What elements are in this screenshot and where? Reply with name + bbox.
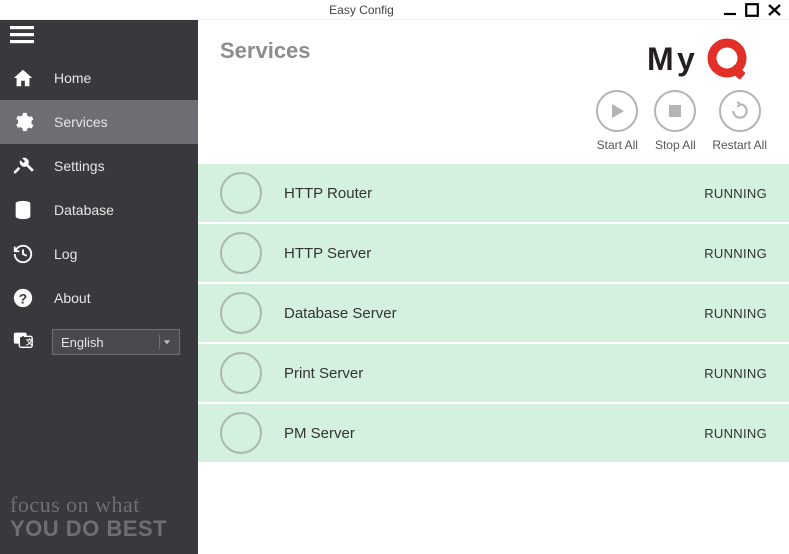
stop-all-button[interactable]: Stop All	[654, 90, 696, 152]
service-name: Database Server	[284, 305, 704, 322]
sidebar: Home Services Settings	[0, 20, 198, 554]
service-status: RUNNING	[704, 306, 767, 321]
brand-logo: M y	[647, 38, 767, 82]
sidebar-item-label: Home	[54, 70, 91, 86]
window-controls	[723, 3, 789, 17]
service-row: HTTP Server RUNNING	[198, 224, 789, 284]
header: Services M y	[198, 20, 789, 90]
service-status: RUNNING	[704, 366, 767, 381]
stop-service-button[interactable]	[220, 352, 262, 394]
service-name: HTTP Router	[284, 185, 704, 202]
sidebar-item-settings[interactable]: Settings	[0, 144, 198, 188]
service-status: RUNNING	[704, 426, 767, 441]
hamburger-icon	[10, 25, 34, 45]
action-label: Stop All	[655, 138, 696, 152]
sidebar-item-label: Settings	[54, 158, 105, 174]
language-select[interactable]: English	[52, 329, 180, 355]
stop-service-button[interactable]	[220, 292, 262, 334]
bulk-actions: Start All Stop All Restart All	[198, 90, 789, 164]
titlebar: Easy Config	[0, 0, 789, 20]
svg-text:y: y	[677, 41, 695, 77]
start-all-button[interactable]: Start All	[596, 90, 638, 152]
tagline-line2: YOU DO BEST	[10, 518, 188, 540]
sidebar-item-database[interactable]: Database	[0, 188, 198, 232]
stop-service-button[interactable]	[220, 172, 262, 214]
sidebar-item-about[interactable]: ? About	[0, 276, 198, 320]
body: Home Services Settings	[0, 20, 789, 554]
action-label: Start All	[597, 138, 638, 152]
close-button[interactable]	[767, 3, 783, 17]
svg-text:文: 文	[25, 337, 34, 346]
sidebar-item-label: Log	[54, 246, 77, 262]
database-icon	[12, 199, 34, 221]
services-list: HTTP Router RUNNING HTTP Server RUNNING …	[198, 164, 789, 464]
service-name: HTTP Server	[284, 245, 704, 262]
page-title: Services	[220, 38, 311, 64]
service-name: Print Server	[284, 365, 704, 382]
minimize-button[interactable]	[723, 3, 739, 17]
svg-text:M: M	[647, 41, 674, 77]
stop-icon	[654, 90, 696, 132]
service-name: PM Server	[284, 425, 704, 442]
window: Easy Config	[0, 0, 789, 554]
sidebar-item-label: About	[54, 290, 91, 306]
service-row: HTTP Router RUNNING	[198, 164, 789, 224]
stop-service-button[interactable]	[220, 412, 262, 454]
tools-icon	[12, 155, 34, 177]
gear-icon	[12, 111, 34, 133]
language-selected: English	[61, 335, 104, 350]
help-icon: ?	[12, 287, 34, 309]
service-row: PM Server RUNNING	[198, 404, 789, 464]
sidebar-item-log[interactable]: Log	[0, 232, 198, 276]
service-row: Print Server RUNNING	[198, 344, 789, 404]
svg-text:?: ?	[19, 292, 27, 307]
sidebar-item-label: Services	[54, 114, 108, 130]
play-icon	[596, 90, 638, 132]
sidebar-item-label: Database	[54, 202, 114, 218]
restart-icon	[719, 90, 761, 132]
restart-all-button[interactable]: Restart All	[712, 90, 767, 152]
language-icon: A文	[12, 329, 34, 356]
sidebar-item-services[interactable]: Services	[0, 100, 198, 144]
action-label: Restart All	[712, 138, 767, 152]
tagline: focus on what YOU DO BEST	[10, 494, 188, 540]
chevron-down-icon	[159, 335, 173, 349]
menu-toggle-button[interactable]	[0, 20, 198, 50]
stop-service-button[interactable]	[220, 232, 262, 274]
language-row: A文 English	[0, 320, 198, 364]
nav: Home Services Settings	[0, 56, 198, 364]
sidebar-item-home[interactable]: Home	[0, 56, 198, 100]
home-icon	[12, 67, 34, 89]
main: Services M y	[198, 20, 789, 554]
tagline-line1: focus on what	[10, 494, 188, 516]
window-title: Easy Config	[0, 3, 723, 17]
service-row: Database Server RUNNING	[198, 284, 789, 344]
history-icon	[12, 243, 34, 265]
service-status: RUNNING	[704, 246, 767, 261]
maximize-button[interactable]	[745, 3, 761, 17]
service-status: RUNNING	[704, 186, 767, 201]
